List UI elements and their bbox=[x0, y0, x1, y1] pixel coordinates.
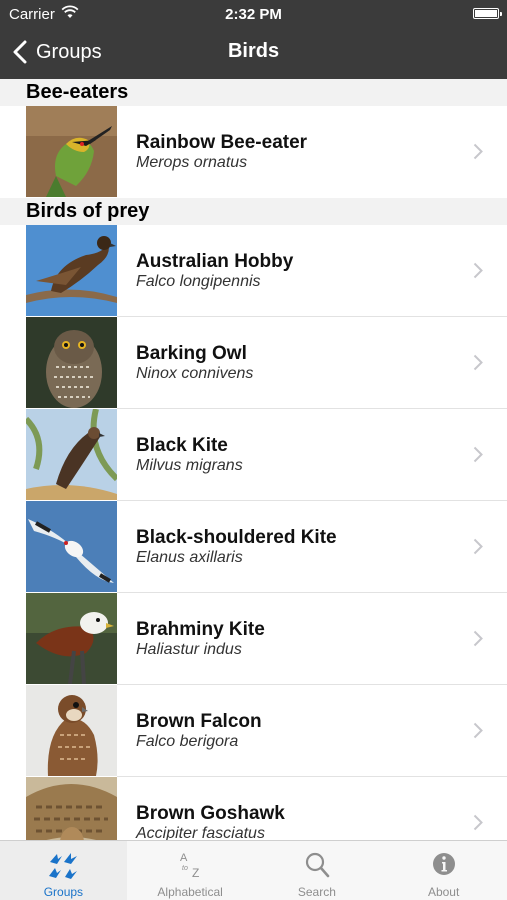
tab-about[interactable]: About bbox=[380, 841, 507, 900]
az-sort-icon: A to Z bbox=[180, 852, 199, 880]
chevron-right-icon bbox=[473, 446, 483, 463]
section-header-bee-eaters: Bee-eaters bbox=[0, 79, 507, 106]
brown-goshawk-photo bbox=[26, 777, 117, 840]
svg-text:to: to bbox=[182, 865, 188, 872]
chevron-right-icon bbox=[473, 143, 483, 160]
tab-groups-label: Groups bbox=[43, 885, 84, 899]
bird-scientific-name: Milvus migrans bbox=[136, 457, 243, 474]
bird-name: Rainbow Bee-eater bbox=[136, 132, 308, 153]
svg-text:A: A bbox=[180, 852, 188, 864]
list-item-australian-hobby[interactable]: Australian Hobby Falco longipennis bbox=[0, 225, 507, 317]
bird-name: Brahminy Kite bbox=[136, 619, 265, 640]
battery-icon bbox=[473, 8, 502, 19]
bird-scientific-name: Haliastur indus bbox=[136, 641, 242, 658]
tab-alphabetical[interactable]: A to Z Alphabetical bbox=[127, 841, 254, 900]
tab-bar: Groups A to Z Alphabetical Search About bbox=[0, 840, 507, 900]
barking-owl-photo bbox=[26, 317, 117, 408]
list-item-black-kite[interactable]: Black Kite Milvus migrans bbox=[0, 409, 507, 501]
list-item-brown-falcon[interactable]: Brown Falcon Falco berigora bbox=[0, 685, 507, 777]
chevron-right-icon bbox=[473, 630, 483, 647]
bird-scientific-name: Accipiter fasciatus bbox=[136, 825, 265, 840]
black-kite-photo bbox=[26, 409, 117, 500]
bird-scientific-name: Falco longipennis bbox=[136, 273, 261, 290]
clock-label: 2:32 PM bbox=[225, 6, 282, 23]
bird-scientific-name: Ninox connivens bbox=[136, 365, 254, 382]
navigation-bar: Carrier 2:32 PM Groups Birds bbox=[0, 0, 507, 79]
list-item-black-shouldered-kite[interactable]: Black-shouldered Kite Elanus axillaris bbox=[0, 501, 507, 593]
brahminy-kite-photo bbox=[26, 593, 117, 684]
status-bar: Carrier 2:32 PM bbox=[0, 0, 507, 28]
bird-name: Brown Goshawk bbox=[136, 803, 285, 824]
list-item-brown-goshawk[interactable]: Brown Goshawk Accipiter fasciatus bbox=[0, 777, 507, 840]
bird-name: Black-shouldered Kite bbox=[136, 527, 337, 548]
list-item-rainbow-bee-eater[interactable]: Rainbow Bee-eater Merops ornatus bbox=[0, 106, 507, 198]
chevron-right-icon bbox=[473, 722, 483, 739]
section-header-birds-of-prey: Birds of prey bbox=[0, 198, 507, 225]
bird-scientific-name: Falco berigora bbox=[136, 733, 239, 750]
bird-name: Black Kite bbox=[136, 435, 228, 456]
tab-search-label: Search bbox=[297, 885, 336, 899]
chevron-right-icon bbox=[473, 354, 483, 371]
tab-about-label: About bbox=[427, 885, 460, 899]
birds-icon bbox=[49, 853, 78, 879]
svg-text:Z: Z bbox=[192, 866, 199, 880]
tab-alphabetical-label: Alphabetical bbox=[157, 885, 223, 899]
tab-search[interactable]: Search bbox=[254, 841, 381, 900]
brown-falcon-photo bbox=[26, 685, 117, 776]
bird-name: Australian Hobby bbox=[136, 251, 294, 272]
chevron-right-icon bbox=[473, 814, 483, 831]
search-icon bbox=[305, 852, 330, 878]
bird-list[interactable]: Bee-eaters Rainbow Bee-eater Merops orna… bbox=[0, 79, 507, 840]
bird-name: Barking Owl bbox=[136, 343, 247, 364]
australian-hobby-photo bbox=[26, 225, 117, 316]
chevron-right-icon bbox=[473, 538, 483, 555]
list-item-barking-owl[interactable]: Barking Owl Ninox connivens bbox=[0, 317, 507, 409]
bird-name: Brown Falcon bbox=[136, 711, 262, 732]
black-shouldered-kite-photo bbox=[26, 501, 117, 592]
bird-scientific-name: Merops ornatus bbox=[136, 154, 248, 171]
bird-scientific-name: Elanus axillaris bbox=[136, 549, 243, 566]
rainbow-bee-eater-photo bbox=[26, 106, 117, 197]
tab-groups[interactable]: Groups bbox=[0, 841, 127, 900]
info-icon bbox=[432, 853, 455, 875]
page-title: Birds bbox=[227, 40, 280, 62]
list-item-brahminy-kite[interactable]: Brahminy Kite Haliastur indus bbox=[0, 593, 507, 685]
chevron-right-icon bbox=[473, 262, 483, 279]
